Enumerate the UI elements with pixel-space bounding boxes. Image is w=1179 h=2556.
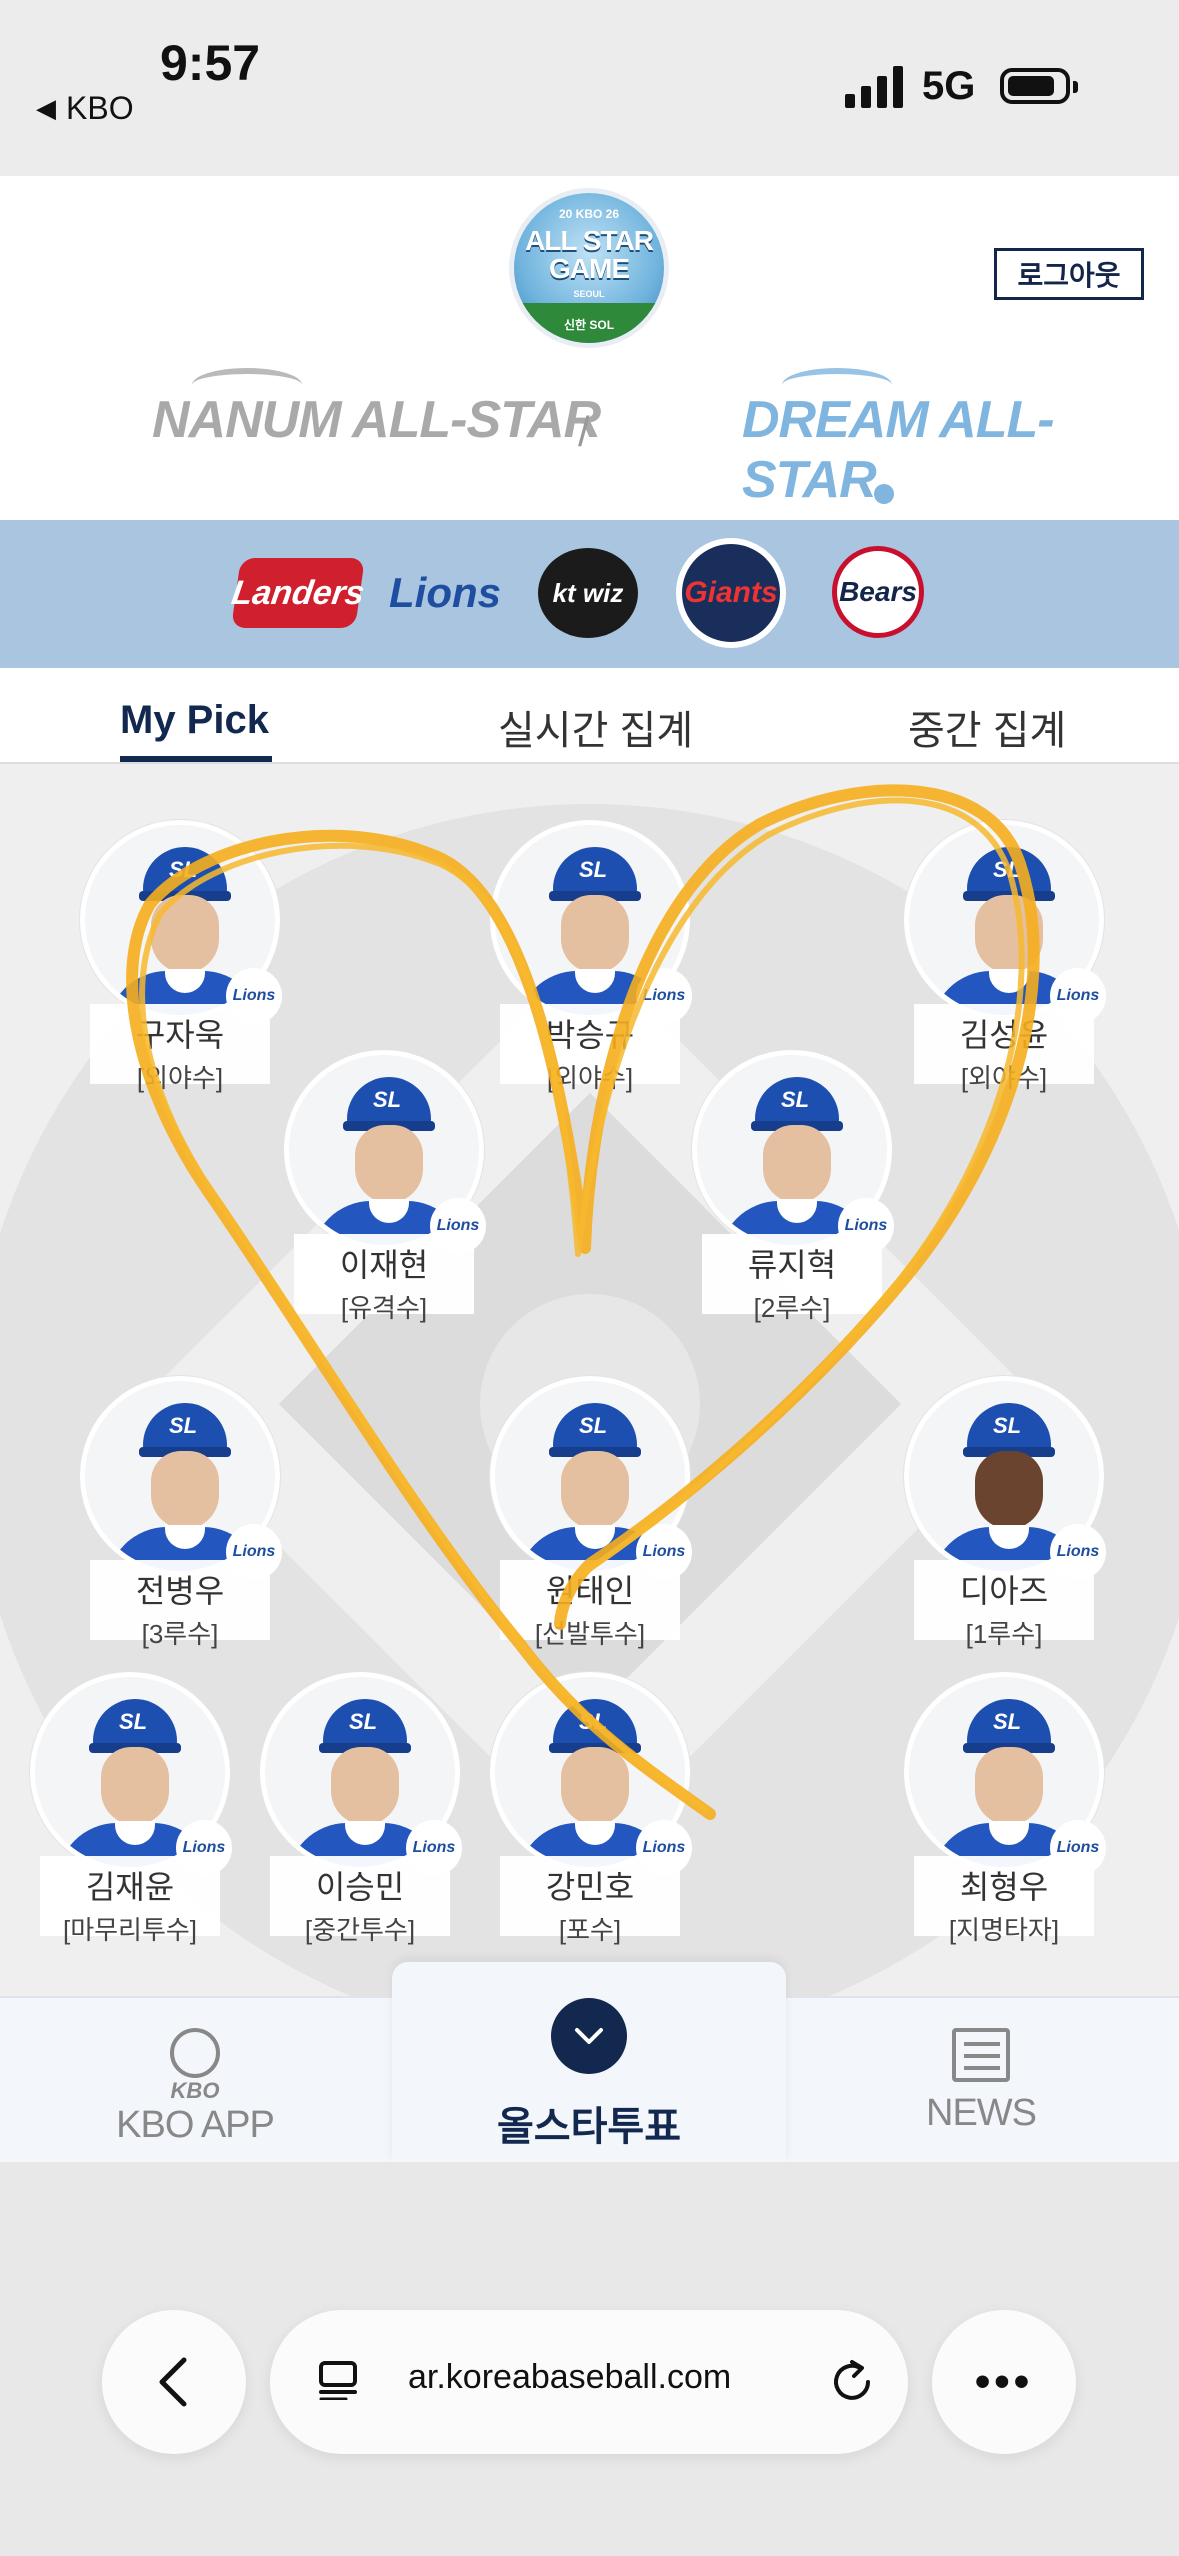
player-card[interactable]: Lions 디아즈[1루수] <box>904 1376 1106 1649</box>
player-position: [3루수] <box>141 1619 219 1649</box>
player-name: 강민호 <box>545 1869 635 1905</box>
address-bar[interactable]: ar.koreabaseball.com <box>270 2310 908 2454</box>
chevron-down-icon <box>551 1998 627 2074</box>
player-name: 전병우 <box>135 1573 225 1609</box>
lineup-field: Lions 구자욱[외야수] Lions 박승규[외야수] Lions 김성윤[… <box>0 764 1179 1996</box>
team-logo-bears[interactable]: Bears <box>832 546 924 638</box>
url-text: ar.koreabaseball.com <box>408 2358 732 2396</box>
dream-allstar-tab[interactable]: DREAM ALL-STAR <box>742 368 1179 510</box>
player-name: 디아즈 <box>959 1573 1049 1609</box>
player-card[interactable]: Lions 전병우[3루수] <box>80 1376 282 1649</box>
news-label: NEWS <box>926 2092 1037 2134</box>
team-logo-giants[interactable]: Giants <box>676 538 786 648</box>
player-card[interactable]: Lions 구자욱[외야수] <box>80 820 282 1093</box>
allstar-logo-title: ALL STAR GAME <box>525 225 654 284</box>
signal-icon <box>845 66 903 108</box>
browser-back-button[interactable] <box>102 2310 246 2454</box>
browser-toolbar: ar.koreabaseball.com ••• <box>0 2162 1179 2556</box>
selected-league-indicator <box>874 484 894 504</box>
player-card[interactable]: Lions 이재현[유격수] <box>284 1050 486 1323</box>
player-name: 최형우 <box>959 1869 1049 1905</box>
back-triangle-icon: ◀ <box>36 93 56 123</box>
back-to-app-link[interactable]: ◀ KBO <box>36 90 134 127</box>
active-tab-underline <box>120 756 272 762</box>
site-header: 20 KBO 26 ALL STAR GAME SEOUL 신한 SOL 로그아… <box>0 176 1179 520</box>
network-type: 5G <box>922 64 976 108</box>
player-card[interactable]: Lions 류지혁[2루수] <box>692 1050 894 1323</box>
tab-interim-tally[interactable]: 중간 집계 <box>908 698 1066 756</box>
player-card[interactable]: Lions 최형우[지명타자] <box>904 1672 1106 1945</box>
logout-button[interactable]: 로그아웃 <box>994 248 1144 300</box>
nanum-allstar-tab[interactable]: NANUM ALL-STAR <box>152 368 601 450</box>
player-name: 이승민 <box>315 1869 405 1905</box>
player-name: 김성윤 <box>959 1017 1049 1053</box>
chevron-left-icon <box>159 2357 187 2407</box>
kbo-app-link[interactable]: KBO KBO APP <box>100 2028 290 2147</box>
newspaper-icon <box>952 2028 1010 2082</box>
player-name: 류지혁 <box>747 1247 837 1283</box>
player-name: 박승규 <box>545 1017 635 1053</box>
kbo-logo-icon <box>170 2028 220 2078</box>
player-card[interactable]: Lions 김재윤[마무리투수] <box>30 1672 232 1945</box>
league-divider: / <box>578 408 590 455</box>
player-name: 김재윤 <box>85 1869 175 1905</box>
allstar-game-logo: 20 KBO 26 ALL STAR GAME SEOUL 신한 SOL <box>509 188 669 348</box>
player-card[interactable]: Lions 원태인[선발투수] <box>490 1376 692 1649</box>
player-card[interactable]: Lions 이승민[중간투수] <box>260 1672 462 1945</box>
player-position: [선발투수] <box>534 1619 646 1649</box>
tab-my-pick[interactable]: My Pick <box>120 698 269 743</box>
player-position: [외야수] <box>546 1063 634 1093</box>
view-tabs: My Pick 실시간 집계 중간 집계 <box>0 668 1179 764</box>
team-logo-landers[interactable]: Landers <box>229 558 367 628</box>
player-position: [2루수] <box>753 1293 831 1323</box>
status-bar: 9:57 ◀ KBO 5G <box>0 0 1179 176</box>
tab-live-tally[interactable]: 실시간 집계 <box>498 698 693 756</box>
player-position: [외야수] <box>136 1063 224 1093</box>
player-position: [1루수] <box>965 1619 1043 1649</box>
player-card[interactable]: Lions 김성윤[외야수] <box>904 820 1106 1093</box>
player-position: [마무리투수] <box>62 1915 198 1945</box>
player-position: [중간투수] <box>304 1915 416 1945</box>
player-card[interactable]: Lions 강민호[포수] <box>490 1672 692 1945</box>
more-options-button[interactable]: ••• <box>932 2310 1076 2454</box>
kbo-app-label: KBO APP <box>116 2104 275 2146</box>
back-app-label: KBO <box>66 90 134 126</box>
player-name: 이재현 <box>339 1247 429 1283</box>
ellipsis-icon: ••• <box>974 2357 1034 2406</box>
player-position: [외야수] <box>960 1063 1048 1093</box>
player-position: [유격수] <box>340 1293 428 1323</box>
reload-icon[interactable] <box>824 2354 880 2410</box>
news-link[interactable]: NEWS <box>886 2028 1076 2135</box>
player-name: 원태인 <box>545 1573 635 1609</box>
player-position: [지명타자] <box>948 1915 1060 1945</box>
team-logo-bar: Landers Lions kt wiz Giants Bears <box>0 520 1179 668</box>
clock: 9:57 <box>160 35 261 91</box>
vote-label: 올스타투표 <box>497 2105 681 2149</box>
battery-icon <box>1000 68 1078 104</box>
tab-overview-icon <box>319 2361 357 2400</box>
player-position: [포수] <box>558 1915 622 1945</box>
team-logo-lions[interactable]: Lions <box>389 548 501 638</box>
team-logo-ktwiz[interactable]: kt wiz <box>538 548 638 638</box>
allstar-vote-button[interactable]: 올스타투표 <box>392 1962 786 2162</box>
player-card[interactable]: Lions 박승규[외야수] <box>490 820 692 1093</box>
player-name: 구자욱 <box>135 1017 225 1053</box>
